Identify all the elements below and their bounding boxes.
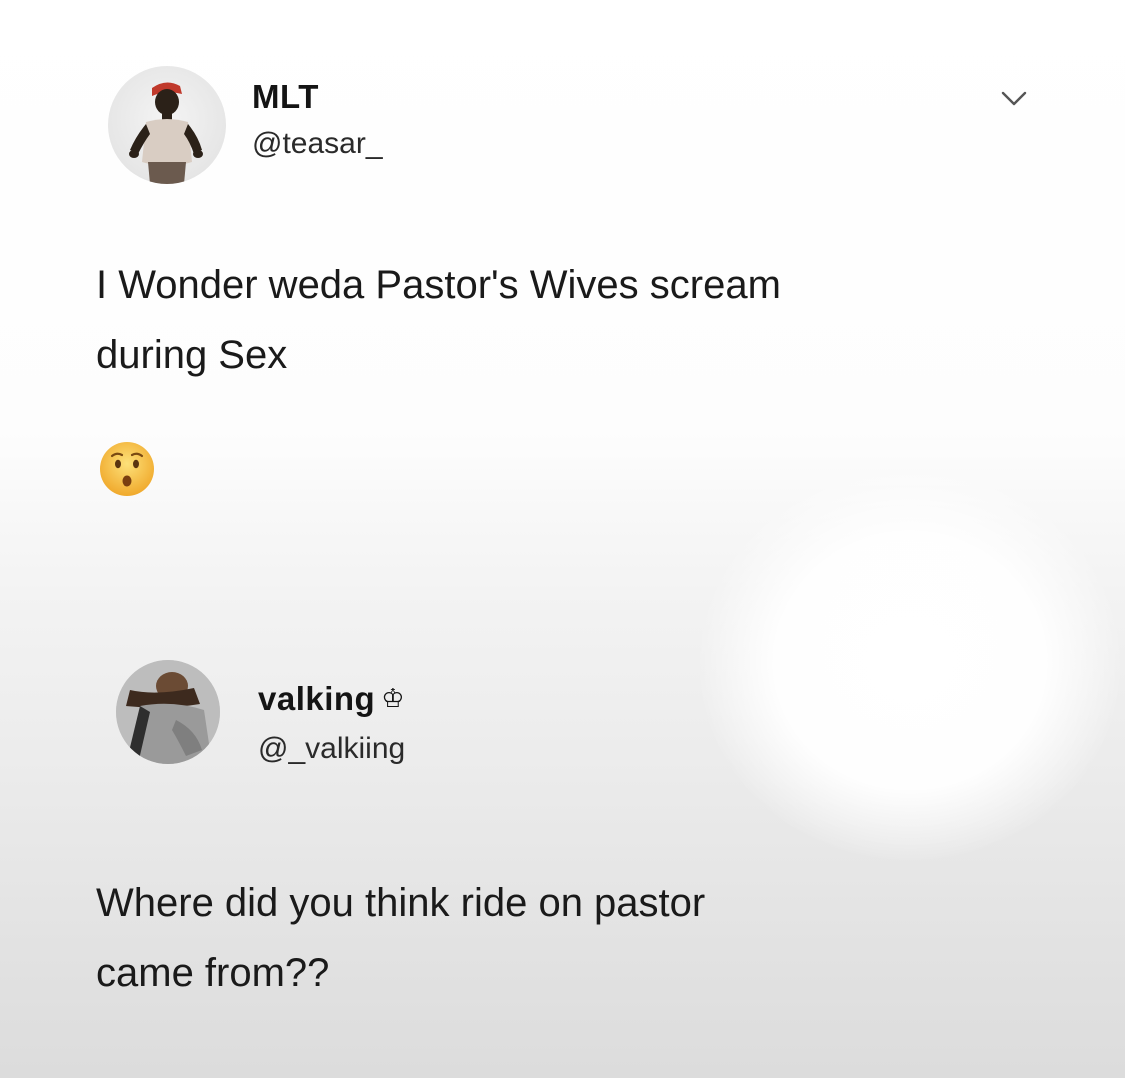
profile-photo-image [116,660,220,764]
display-name[interactable]: MLT [252,78,319,116]
display-name[interactable]: valking ♔ [258,680,405,718]
avatar[interactable] [108,66,226,184]
tweet-card: valking ♔ @_valkiing Where did you think … [0,560,1125,1078]
chevron-down-icon[interactable] [999,88,1029,108]
crown-glyph: ♔ [381,683,406,713]
user-handle[interactable]: @_valkiing [258,732,405,766]
profile-photo-image [129,82,203,184]
display-name-text: valking [258,680,376,717]
tweet-text-line: I Wonder weda Pastor's Wives scream [96,263,781,307]
tweet-text-line: during Sex [96,333,288,377]
tweet-text: I Wonder weda Pastor's Wives scream duri… [96,250,1036,390]
avatar[interactable] [116,660,220,764]
user-handle[interactable]: @teasar_ [252,127,383,161]
tweet-text-line: Where did you think ride on pastor [96,881,706,925]
tweet-text-line: came from?? [96,951,330,995]
tweet-card: MLT @teasar_ I Wonder weda Pastor's Wive… [0,0,1125,560]
tweet-text: Where did you think ride on pastor came … [96,868,1036,1008]
hushed-face-emoji [100,442,154,496]
